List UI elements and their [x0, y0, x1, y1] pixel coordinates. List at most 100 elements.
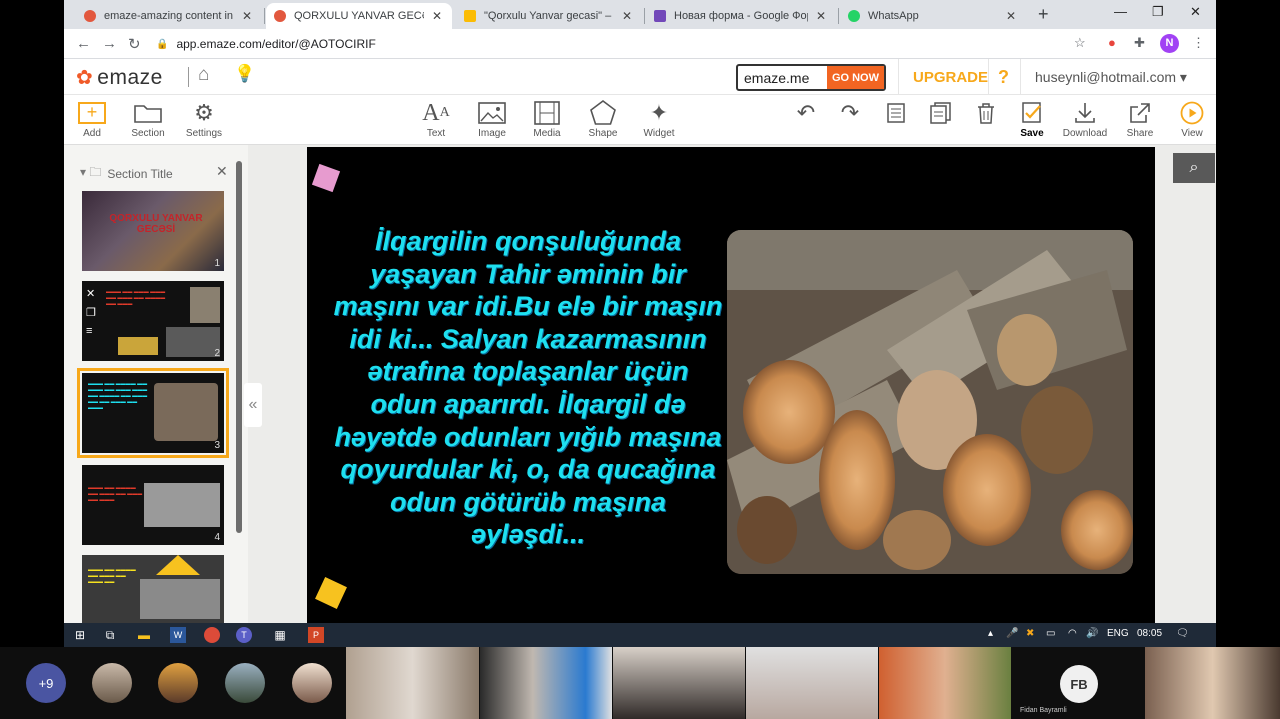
firewood-image[interactable] — [727, 230, 1133, 574]
word-icon[interactable]: W — [170, 627, 186, 643]
emaze-favicon-icon — [84, 10, 96, 22]
browser-menu-icon[interactable]: ⋮ — [1192, 35, 1205, 51]
app-icon[interactable]: ▦ — [272, 627, 288, 643]
go-now-button[interactable]: GO NOW — [826, 66, 884, 89]
task-view-icon[interactable]: ⧉ — [102, 627, 118, 643]
collapse-panel-button[interactable]: « — [244, 383, 262, 427]
participant-initials-avatar[interactable]: FB — [1060, 665, 1098, 703]
minimize-icon[interactable]: — — [1114, 4, 1127, 19]
zoom-button[interactable]: ⌕ — [1173, 153, 1215, 183]
participant-video[interactable] — [1145, 647, 1280, 719]
section-header[interactable]: ▾ 🗀 Section Title — [80, 163, 173, 184]
close-tab-icon[interactable]: ✕ — [240, 9, 254, 23]
windows-start-icon[interactable]: ⊞ — [72, 627, 88, 643]
download-button[interactable]: Download — [1057, 99, 1113, 139]
close-tab-icon[interactable]: ✕ — [1004, 9, 1018, 23]
participant-avatar[interactable] — [292, 663, 332, 703]
tray-chevron-icon[interactable]: ▴ — [988, 628, 993, 639]
text-tool-button[interactable]: AA Text — [408, 99, 464, 140]
slide-thumbnail-5[interactable]: ▬▬▬ ▬▬ ▬▬▬▬ ▬▬ ▬▬▬ ▬▬ ▬▬▬ ▬▬ — [82, 555, 224, 623]
close-tab-icon[interactable]: ✕ — [814, 9, 828, 23]
widget-tool-button[interactable]: ✦ Widget — [631, 99, 687, 139]
close-section-icon[interactable]: ✕ — [216, 163, 228, 180]
duplicate-slide-icon[interactable]: ❐ — [86, 306, 96, 319]
thumb-image — [154, 383, 218, 441]
microphone-icon[interactable]: 🎤 — [1006, 628, 1018, 639]
battery-icon[interactable]: ▭ — [1046, 628, 1055, 639]
shape-tool-button[interactable]: Shape — [575, 99, 631, 139]
home-icon[interactable]: ⌂ — [198, 64, 209, 86]
input-language[interactable]: ENG — [1107, 628, 1129, 639]
slide-thumbnail-1[interactable]: QORXULU YANVAR GECƏSİ 1 — [82, 191, 224, 271]
participant-video[interactable] — [480, 647, 612, 719]
extensions-puzzle-icon[interactable]: ✚ — [1134, 35, 1145, 51]
emaze-me-banner[interactable]: emaze.me GO NOW — [736, 64, 886, 91]
close-tab-icon[interactable]: ✕ — [620, 9, 634, 23]
add-button[interactable]: + Add — [64, 99, 120, 139]
thumb-text-block: ▬▬▬ ▬▬ ▬▬▬▬ ▬▬ ▬▬▬ ▬▬ ▬▬▬ ▬▬▬ ▬▬ ▬▬▬▬ ▬▬… — [88, 381, 148, 411]
wifi-icon[interactable]: ◠ — [1068, 628, 1077, 639]
tab-google-drive[interactable]: "Qorxulu Yanvar gecasi" – Goo ✕ — [456, 3, 642, 29]
volume-icon[interactable]: 🔊 — [1086, 628, 1098, 639]
upgrade-button[interactable]: UPGRADE — [898, 59, 1002, 95]
slide-thumbnail-4[interactable]: ▬▬▬ ▬▬ ▬▬▬▬ ▬▬ ▬▬▬ ▬▬ ▬▬▬ ▬▬ ▬▬▬ 4 — [82, 465, 224, 545]
emaze-header: ✿ emaze ⌂ 💡 emaze.me GO NOW UPGRADE ? hu… — [64, 59, 1216, 95]
header-divider — [188, 67, 189, 87]
text-icon: AA — [422, 99, 450, 126]
lightbulb-icon[interactable]: 💡 — [234, 64, 255, 84]
participant-avatar[interactable] — [158, 663, 198, 703]
url-field[interactable]: 🔒 app.emaze.com/editor/@AOTOCIRIF — [156, 32, 1106, 56]
powerpoint-icon[interactable]: P — [308, 627, 324, 643]
participant-video[interactable] — [613, 647, 745, 719]
reload-icon[interactable]: ↻ — [128, 35, 141, 53]
file-explorer-icon[interactable]: ▬ — [136, 627, 152, 643]
extension-icon[interactable]: ● — [1108, 35, 1116, 50]
save-button[interactable]: Save — [1004, 99, 1060, 139]
participant-video[interactable] — [746, 647, 878, 719]
notifications-icon[interactable]: 🗨 — [1176, 628, 1189, 639]
slide-thumbnail-3-selected[interactable]: ▬▬▬ ▬▬ ▬▬▬▬ ▬▬ ▬▬▬ ▬▬ ▬▬▬ ▬▬▬ ▬▬ ▬▬▬▬ ▬▬… — [77, 368, 229, 458]
participant-video[interactable] — [346, 647, 479, 719]
share-button[interactable]: Share — [1112, 99, 1168, 139]
forward-arrow-icon[interactable]: → — [102, 35, 117, 52]
bookmark-star-icon[interactable]: ☆ — [1074, 35, 1086, 51]
thumb-text-block: ▬▬▬ ▬▬ ▬▬▬ ▬▬▬ ▬▬ ▬▬▬ ▬▬ ▬▬▬▬ ▬▬ ▬▬▬ — [106, 289, 166, 307]
clock[interactable]: 08:05 — [1137, 628, 1162, 639]
restore-icon[interactable]: ❐ — [1152, 4, 1164, 20]
emaze-logo[interactable]: ✿ emaze — [76, 65, 163, 90]
close-tab-icon[interactable]: ✕ — [430, 9, 444, 23]
new-tab-button[interactable]: + — [1038, 4, 1049, 25]
window-close-icon[interactable]: ✕ — [1190, 4, 1201, 20]
teams-icon[interactable]: T — [236, 627, 252, 643]
slides-scrollbar[interactable] — [236, 161, 242, 533]
back-arrow-icon[interactable]: ← — [76, 35, 91, 52]
image-tool-button[interactable]: Image — [464, 99, 520, 139]
media-tool-button[interactable]: Media — [519, 99, 575, 139]
delete-slide-icon[interactable]: ✕ — [86, 287, 96, 300]
slide-thumbnail-2[interactable]: ✕ ❐ ≡ ▬▬▬ ▬▬ ▬▬▬ ▬▬▬ ▬▬ ▬▬▬ ▬▬ ▬▬▬▬ ▬▬ ▬… — [82, 281, 224, 361]
profile-avatar[interactable]: N — [1160, 34, 1179, 53]
section-button[interactable]: Section — [120, 99, 176, 139]
help-button[interactable]: ? — [988, 59, 1018, 95]
participant-avatar[interactable] — [92, 663, 132, 703]
tab-google-forms[interactable]: Новая форма - Google Формы ✕ — [646, 3, 836, 29]
tab-whatsapp[interactable]: WhatsApp ✕ — [840, 3, 1026, 29]
pentagon-icon — [589, 99, 617, 127]
slide-menu-icon[interactable]: ≡ — [86, 325, 96, 337]
pink-square-decoration — [311, 163, 341, 193]
chrome-icon[interactable] — [204, 627, 220, 643]
slide-canvas[interactable]: İlqargilin qonşuluğunda yaşayan Tahir əm… — [307, 147, 1155, 623]
tab-emaze-home[interactable]: emaze-amazing content in mi ✕ — [76, 3, 262, 29]
view-button[interactable]: View — [1164, 99, 1216, 139]
user-account-menu[interactable]: huseynli@hotmail.com ▾ — [1020, 59, 1187, 95]
slide-body-text[interactable]: İlqargilin qonşuluğunda yaşayan Tahir əm… — [331, 225, 725, 551]
participant-video[interactable] — [879, 647, 1011, 719]
trash-icon — [976, 99, 996, 127]
download-label: Download — [1062, 128, 1108, 139]
participant-avatar[interactable] — [225, 663, 265, 703]
tray-app-icon[interactable]: ✖ — [1026, 628, 1034, 639]
more-participants-badge[interactable]: +9 — [26, 663, 66, 703]
settings-button[interactable]: ⚙ Settings — [176, 99, 232, 139]
tab-qorxulu-active[interactable]: QORXULU YANVAR GECƏSİ by ✕ — [266, 3, 452, 29]
widget-label: Widget — [643, 128, 675, 139]
